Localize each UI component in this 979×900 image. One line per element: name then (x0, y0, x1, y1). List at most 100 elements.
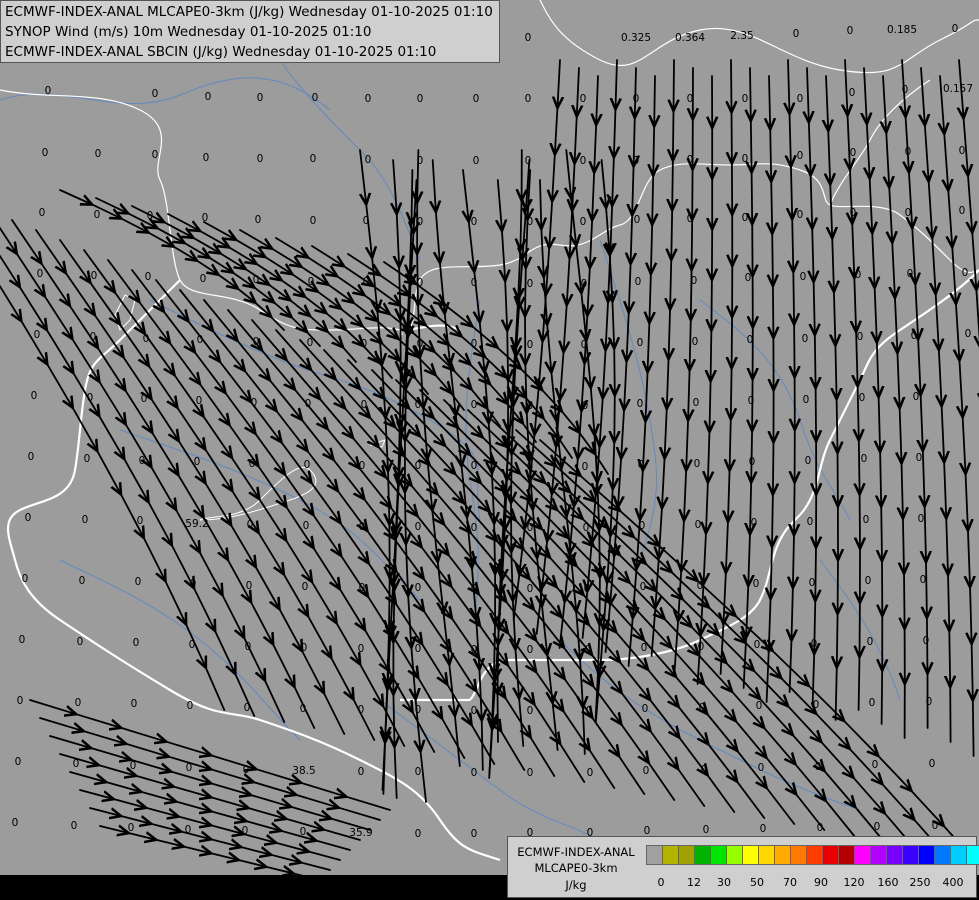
value-label: 0 (300, 703, 307, 715)
legend-tick-label: 160 (877, 876, 899, 889)
value-label: 0 (359, 521, 366, 533)
value-label: 0 (800, 271, 807, 283)
value-label: 0 (197, 334, 204, 346)
value-label: 0 (699, 702, 706, 714)
value-label: 0 (415, 460, 422, 472)
value-label: 0 (742, 153, 749, 165)
value-label: 0 (82, 514, 89, 526)
value-label: 0 (527, 278, 534, 290)
value-label: 0.185 (887, 24, 917, 36)
value-label: 0 (128, 822, 135, 834)
value-label: 0 (687, 154, 694, 166)
legend-swatch (934, 845, 951, 865)
value-label: 0 (584, 583, 591, 595)
value-label: 0 (580, 93, 587, 105)
value-label: 0 (19, 634, 26, 646)
value-label: 0 (926, 696, 933, 708)
value-label: 0 (359, 460, 366, 472)
legend-unit: J/kg (565, 878, 587, 892)
title-box: ECMWF-INDEX-ANAL MLCAPE0-3km (J/kg) Wedn… (0, 0, 500, 63)
value-label: 0 (797, 209, 804, 221)
value-label: 0 (310, 153, 317, 165)
value-label: 0 (865, 575, 872, 587)
value-label: 0 (586, 705, 593, 717)
value-label: 0 (245, 641, 252, 653)
value-label: 0 (79, 575, 86, 587)
value-label: 0 (130, 760, 137, 772)
value-label: 0 (809, 577, 816, 589)
value-label: 0 (691, 275, 698, 287)
value-label: 0 (45, 85, 52, 97)
value-label: 0 (90, 331, 97, 343)
value-label: 0 (959, 205, 966, 217)
value-label: 0 (304, 459, 311, 471)
value-label: 0 (872, 759, 879, 771)
legend-tick-label: 250 (909, 876, 931, 889)
value-label: 0 (196, 395, 203, 407)
value-label: 0 (141, 393, 148, 405)
value-label: 0 (643, 765, 650, 777)
value-label: 0 (417, 216, 424, 228)
value-label: 0 (637, 398, 644, 410)
value-label: 0 (633, 93, 640, 105)
value-label: 0 (907, 268, 914, 280)
value-label: 35.9 (349, 827, 372, 839)
value-label: 0 (863, 514, 870, 526)
value-label: 0 (527, 216, 534, 228)
value-label: 0 (797, 150, 804, 162)
value-label: 0 (869, 697, 876, 709)
value-label: 0 (417, 338, 424, 350)
value-label: 0 (310, 215, 317, 227)
legend-swatch (950, 845, 967, 865)
value-label: 0 (694, 458, 701, 470)
value-label: 0 (417, 277, 424, 289)
value-label: 0 (145, 271, 152, 283)
value-label: 0 (635, 276, 642, 288)
value-label: 0 (415, 643, 422, 655)
legend-swatch (966, 845, 979, 865)
legend-subtitle: MLCAPE0-3km (534, 861, 618, 875)
value-label: 0 (415, 399, 422, 411)
value-label: 0 (363, 276, 370, 288)
value-label: 0 (473, 93, 480, 105)
value-label: 0 (525, 93, 532, 105)
value-label: 0 (859, 392, 866, 404)
value-label: 0 (952, 23, 959, 35)
value-label: 0 (308, 276, 315, 288)
value-label: 0 (962, 267, 969, 279)
value-label: 0 (847, 25, 854, 37)
value-label: 0 (747, 334, 754, 346)
value-label: 0 (793, 28, 800, 40)
value-label: 0 (687, 93, 694, 105)
value-label: 0 (751, 517, 758, 529)
value-label: 0 (471, 644, 478, 656)
value-label: 0 (867, 636, 874, 648)
value-label: 0 (471, 522, 478, 534)
value-label: 0 (205, 91, 212, 103)
value-label: 0 (190, 578, 197, 590)
value-label: 0 (850, 147, 857, 159)
value-label: 0 (525, 155, 532, 167)
value-label: 0 (849, 87, 856, 99)
value-label: 0 (695, 519, 702, 531)
value-label: 0 (91, 270, 98, 282)
value-label: 0 (244, 702, 251, 714)
color-legend: ECMWF-INDEX-ANAL MLCAPE0-3km J/kg 0 12 30 5… (507, 836, 979, 898)
value-label: 0 (911, 330, 918, 342)
value-label: 0 (363, 215, 370, 227)
value-label: 0 (471, 705, 478, 717)
value-label: 0 (312, 92, 319, 104)
legend-swatch (662, 845, 679, 865)
value-label: 0 (580, 155, 587, 167)
value-label: 0 (527, 339, 534, 351)
value-label: 0 (417, 93, 424, 105)
value-label: 0 (640, 581, 647, 593)
value-label: 0 (905, 207, 912, 219)
value-label: 0 (753, 578, 760, 590)
value-label: 0 (12, 817, 19, 829)
legend-swatch (774, 845, 791, 865)
legend-swatch (902, 845, 919, 865)
legend-tick-label: 30 (717, 876, 731, 889)
value-label: 0 (139, 455, 146, 467)
value-label: 0 (358, 643, 365, 655)
